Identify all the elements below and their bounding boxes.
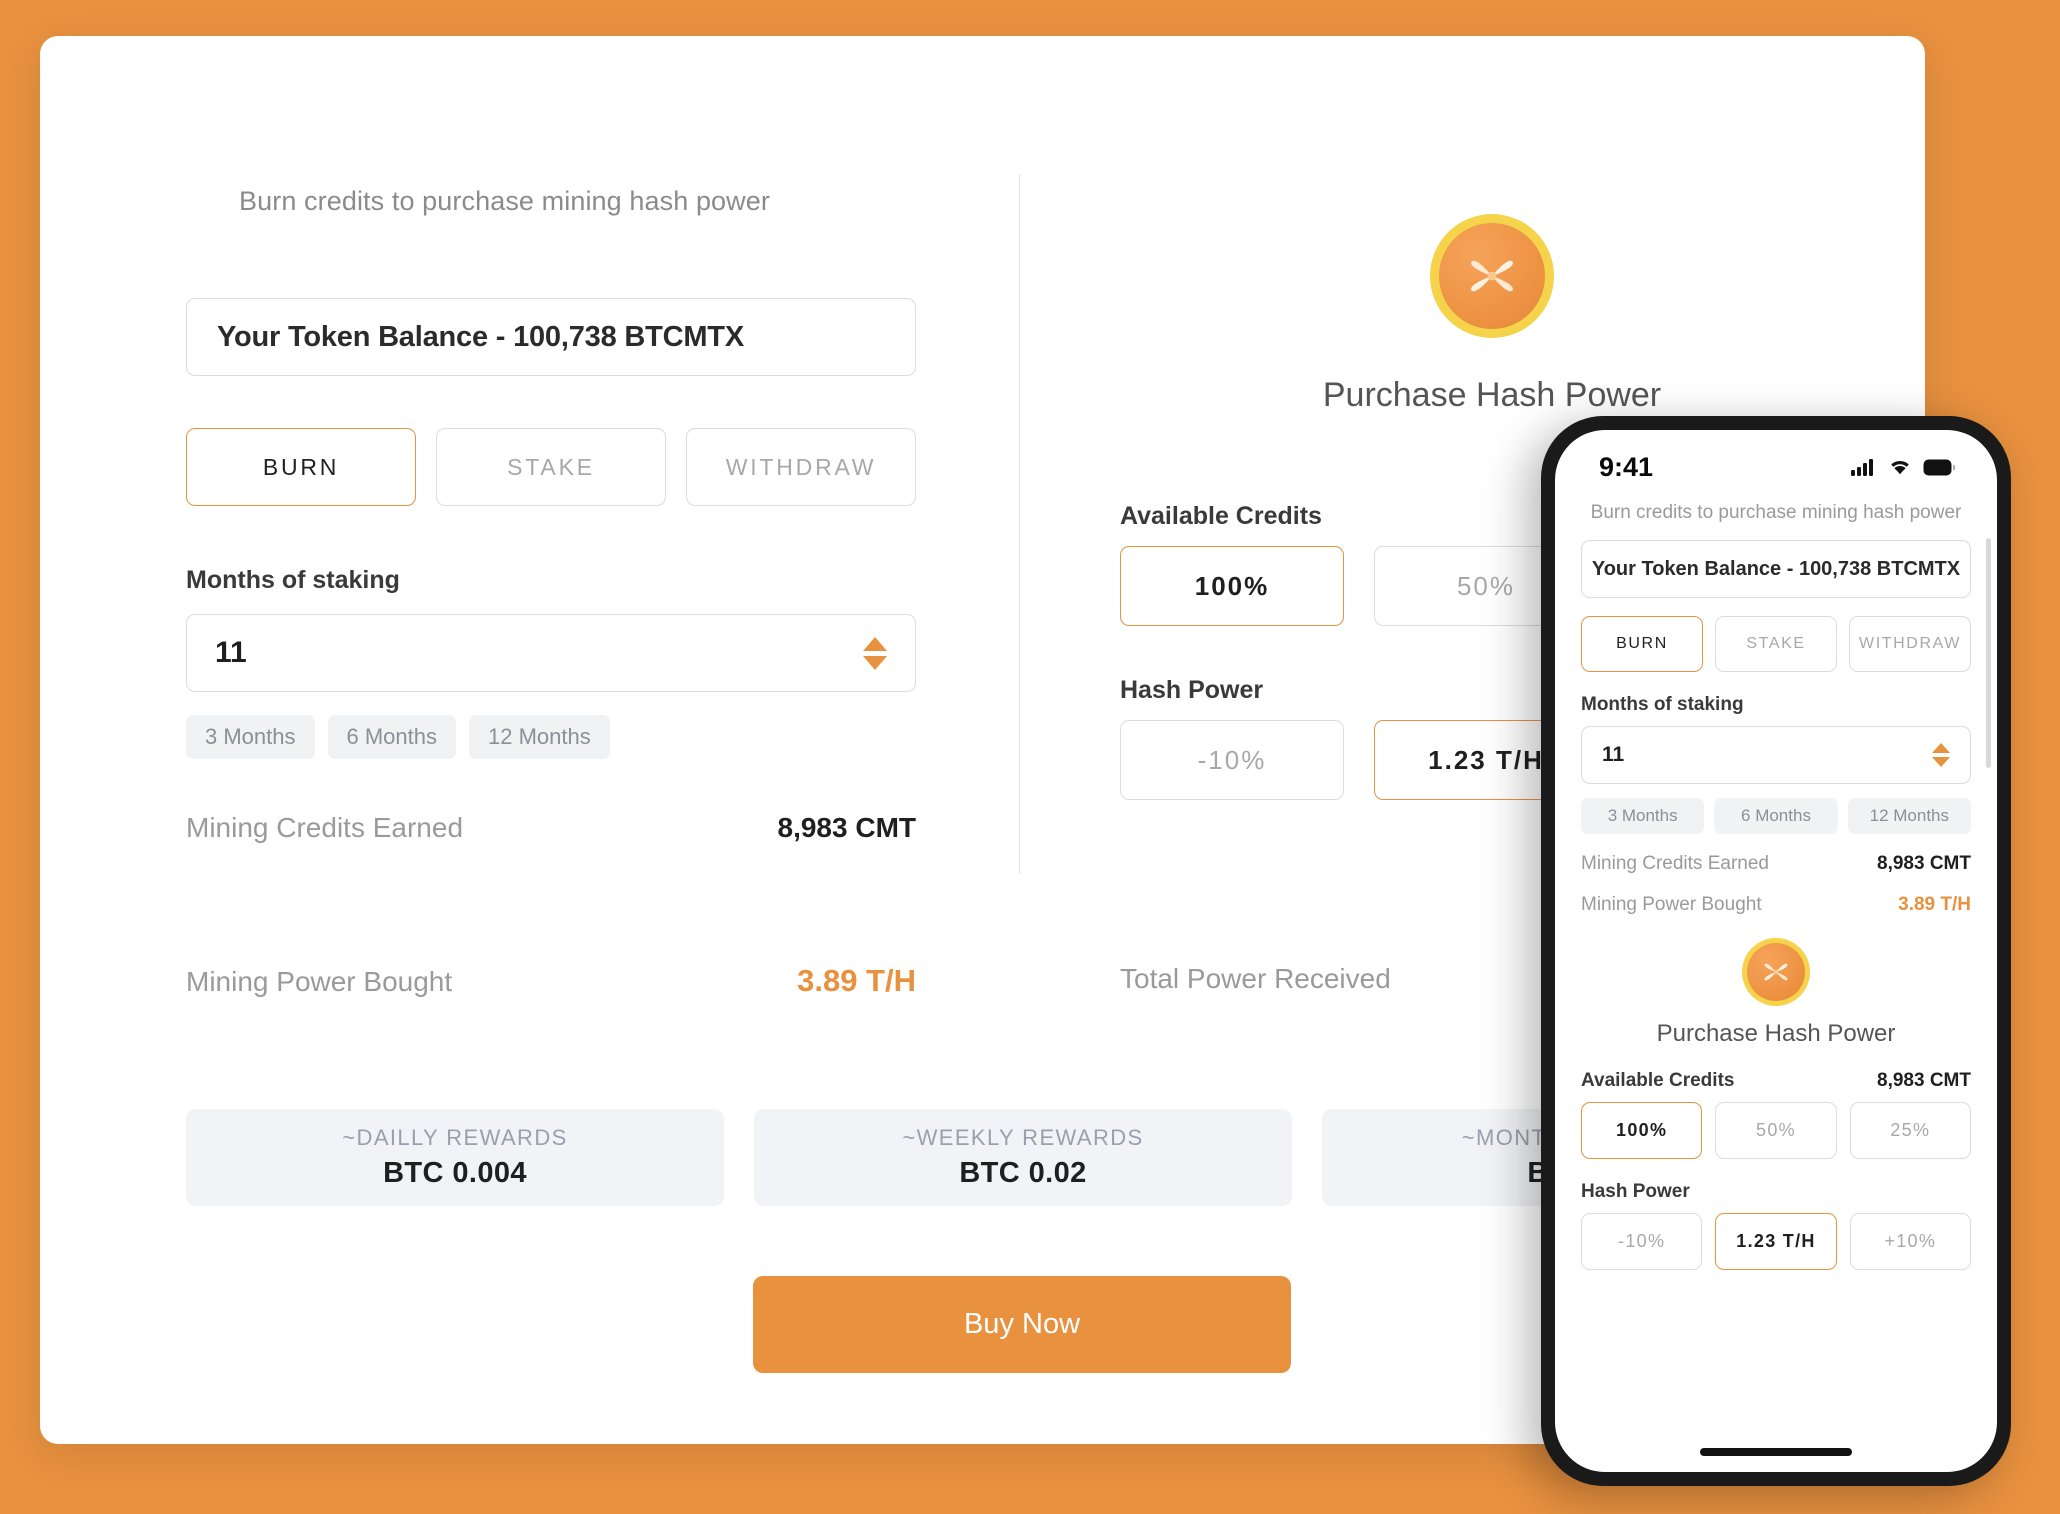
phone-screen: 9:41 Burn credi xyxy=(1555,430,1997,1472)
chip-3-months[interactable]: 3 Months xyxy=(186,715,315,759)
reward-title: ~WEEKLY REWARDS xyxy=(902,1125,1143,1151)
months-of-staking-label: Months of staking xyxy=(186,566,400,595)
chevron-up-icon[interactable] xyxy=(1932,743,1950,753)
buy-now-button[interactable]: Buy Now xyxy=(753,1276,1291,1373)
status-time: 9:41 xyxy=(1599,452,1653,483)
available-credits-options: 100% 50% xyxy=(1120,546,1598,626)
phone-months-stepper-arrows[interactable] xyxy=(1932,743,1950,767)
phone-months-label: Months of staking xyxy=(1581,694,1971,716)
metric-label: Mining Power Bought xyxy=(186,966,452,998)
month-preset-chips: 3 Months 6 Months 12 Months xyxy=(186,715,610,759)
credits-option-100[interactable]: 100% xyxy=(1120,546,1344,626)
phone-panel-title: Purchase Hash Power xyxy=(1581,1020,1971,1048)
phone-caption: Burn credits to purchase mining hash pow… xyxy=(1581,502,1971,524)
chip-6-months[interactable]: 6 Months xyxy=(328,715,457,759)
phone-tab-withdraw[interactable]: WITHDRAW xyxy=(1849,616,1971,672)
metric-value: 3.89 T/H xyxy=(797,963,916,999)
tab-withdraw[interactable]: WITHDRAW xyxy=(686,428,916,506)
hash-power-label: Hash Power xyxy=(1120,676,1263,705)
phone-home-indicator[interactable] xyxy=(1700,1448,1852,1456)
phone-metric-mining-credits-earned: Mining Credits Earned 8,983 CMT xyxy=(1581,853,1971,875)
phone-credits-option-100[interactable]: 100% xyxy=(1581,1102,1702,1159)
phone-available-credits-value: 8,983 CMT xyxy=(1877,1070,1971,1092)
months-stepper[interactable]: 11 xyxy=(186,614,916,692)
phone-months-stepper-value: 11 xyxy=(1602,743,1624,767)
hash-power-decrease[interactable]: -10% xyxy=(1120,720,1344,800)
phone-available-credits-label: Available Credits xyxy=(1581,1070,1734,1092)
metric-value: 3.89 T/H xyxy=(1898,894,1971,916)
tab-stake[interactable]: STAKE xyxy=(436,428,666,506)
months-stepper-value: 11 xyxy=(215,636,247,670)
mode-tab-group: BURN STAKE WITHDRAW xyxy=(186,428,916,506)
metric-label: Mining Credits Earned xyxy=(1581,853,1769,875)
wifi-icon xyxy=(1888,458,1912,476)
metric-label: Mining Power Bought xyxy=(1581,894,1762,916)
tab-stake-label: STAKE xyxy=(507,454,595,481)
phone-available-credits-options: 100% 50% 25% xyxy=(1581,1102,1971,1159)
chevron-up-icon[interactable] xyxy=(863,637,887,651)
phone-scrollbar[interactable] xyxy=(1986,538,1991,768)
chevron-down-icon[interactable] xyxy=(863,656,887,670)
phone-tab-burn[interactable]: BURN xyxy=(1581,616,1703,672)
token-balance-value: Your Token Balance - 100,738 BTCMTX xyxy=(217,321,744,354)
battery-full-icon xyxy=(1923,459,1955,476)
column-divider xyxy=(1019,174,1020,874)
phone-hash-power-label: Hash Power xyxy=(1581,1181,1690,1203)
metric-value: 8,983 CMT xyxy=(778,812,917,844)
pinwheel-glyph xyxy=(1759,955,1793,989)
phone-hash-power-value[interactable]: 1.23 T/H xyxy=(1715,1213,1836,1270)
metric-label: Total Power Received xyxy=(1120,963,1391,995)
phone-hash-power-increase[interactable]: +10% xyxy=(1850,1213,1971,1270)
token-balance-field[interactable]: Your Token Balance - 100,738 BTCMTX xyxy=(186,298,916,376)
burn-caption: Burn credits to purchase mining hash pow… xyxy=(239,186,770,217)
cellular-signal-icon xyxy=(1851,458,1877,476)
panel-title: Purchase Hash Power xyxy=(1298,376,1686,415)
coin-face xyxy=(1439,223,1545,329)
phone-hash-power-decrease[interactable]: -10% xyxy=(1581,1213,1702,1270)
chevron-down-icon[interactable] xyxy=(1932,757,1950,767)
tab-withdraw-label: WITHDRAW xyxy=(726,454,877,481)
months-stepper-arrows[interactable] xyxy=(863,637,887,670)
status-icons xyxy=(1851,458,1955,476)
coin-face xyxy=(1747,943,1805,1001)
metric-value: 8,983 CMT xyxy=(1877,853,1971,875)
phone-hash-power-header: Hash Power xyxy=(1581,1181,1971,1203)
phone-chip-12-months[interactable]: 12 Months xyxy=(1848,798,1971,834)
reward-amount: BTC 0.02 xyxy=(959,1157,1086,1190)
tab-burn-label: BURN xyxy=(263,454,339,481)
phone-month-preset-chips: 3 Months 6 Months 12 Months xyxy=(1581,798,1971,834)
reward-card-daily: ~DAILLY REWARDS BTC 0.004 xyxy=(186,1109,724,1206)
phone-credits-option-50[interactable]: 50% xyxy=(1715,1102,1836,1159)
phone-content: Burn credits to purchase mining hash pow… xyxy=(1555,492,1997,1270)
phone-token-balance-field[interactable]: Your Token Balance - 100,738 BTCMTX xyxy=(1581,540,1971,598)
phone-metric-mining-power-bought: Mining Power Bought 3.89 T/H xyxy=(1581,894,1971,916)
phone-months-stepper[interactable]: 11 xyxy=(1581,726,1971,784)
phone-chip-3-months[interactable]: 3 Months xyxy=(1581,798,1704,834)
phone-mode-tab-group: BURN STAKE WITHDRAW xyxy=(1581,616,1971,672)
metric-total-power-received: Total Power Received xyxy=(1120,963,1391,995)
metric-mining-power-bought: Mining Power Bought 3.89 T/H xyxy=(186,963,916,999)
phone-token-balance-value: Your Token Balance - 100,738 BTCMTX xyxy=(1592,558,1960,581)
available-credits-label: Available Credits xyxy=(1120,502,1322,531)
metric-label: Mining Credits Earned xyxy=(186,812,463,844)
btcmtx-coin-icon xyxy=(1430,214,1554,338)
reward-card-weekly: ~WEEKLY REWARDS BTC 0.02 xyxy=(754,1109,1292,1206)
btcmtx-coin-icon xyxy=(1742,938,1810,1006)
chip-12-months[interactable]: 12 Months xyxy=(469,715,610,759)
hash-power-options: -10% 1.23 T/H xyxy=(1120,720,1598,800)
pinwheel-glyph xyxy=(1461,245,1523,307)
phone-credits-option-25[interactable]: 25% xyxy=(1850,1102,1971,1159)
phone-tab-stake[interactable]: STAKE xyxy=(1715,616,1837,672)
reward-title: ~DAILLY REWARDS xyxy=(342,1125,567,1151)
metric-mining-credits-earned: Mining Credits Earned 8,983 CMT xyxy=(186,812,916,844)
phone-mockup: 9:41 Burn credi xyxy=(1541,416,2011,1486)
phone-chip-6-months[interactable]: 6 Months xyxy=(1714,798,1837,834)
phone-available-credits-header: Available Credits 8,983 CMT xyxy=(1581,1070,1971,1092)
reward-amount: BTC 0.004 xyxy=(383,1157,527,1190)
phone-hash-power-options: -10% 1.23 T/H +10% xyxy=(1581,1213,1971,1270)
phone-status-bar: 9:41 xyxy=(1555,430,1997,492)
tab-burn[interactable]: BURN xyxy=(186,428,416,506)
